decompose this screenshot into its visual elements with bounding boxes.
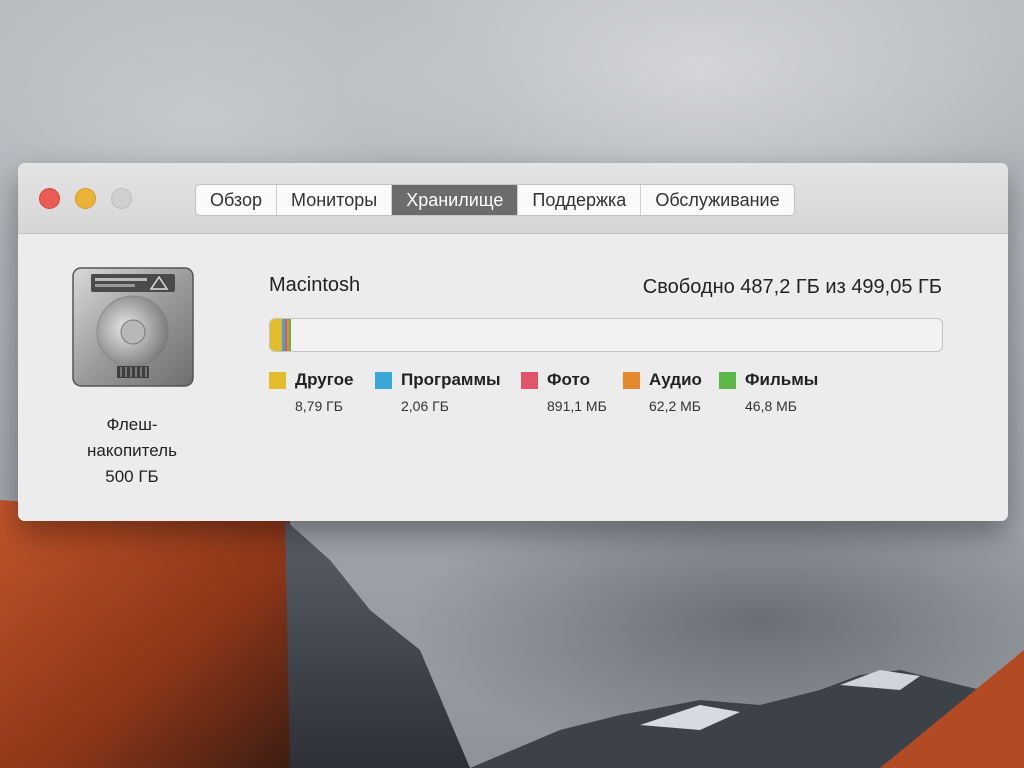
tab-support[interactable]: Поддержка	[518, 185, 642, 215]
usage-segment-4	[289, 319, 291, 351]
disk-label: Флеш- накопитель 500 ГБ	[62, 412, 202, 490]
legend-size: 62,2 МБ	[649, 398, 701, 414]
tab-storage[interactable]: Хранилище	[392, 185, 519, 215]
tab-overview[interactable]: Обзор	[196, 185, 277, 215]
tab-displays[interactable]: Мониторы	[277, 185, 393, 215]
storage-panel: Флеш- накопитель 500 ГБ Macintosh Свобод…	[18, 234, 1008, 521]
legend-swatch	[375, 372, 392, 389]
disk-label-capacity: 500 ГБ	[105, 467, 159, 486]
storage-usage-bar	[269, 318, 943, 352]
legend-size: 891,1 МБ	[547, 398, 607, 414]
disk-label-line2: накопитель	[87, 441, 177, 460]
volume-free-space: Свободно 487,2 ГБ из 499,05 ГБ	[642, 276, 942, 298]
volume-name: Macintosh	[269, 274, 361, 296]
wallpaper-mountains	[0, 500, 1024, 768]
minimize-button[interactable]	[75, 188, 96, 209]
hard-drive-icon	[72, 267, 194, 387]
tab-bar: Обзор Мониторы Хранилище Поддержка Обслу…	[195, 184, 795, 216]
storage-legend: Другое 8,79 ГБ Программы 2,06 ГБ Фото 89…	[269, 370, 969, 430]
close-button[interactable]	[39, 188, 60, 209]
legend-label: Программы	[401, 370, 501, 389]
disk-label-line1: Флеш-	[106, 415, 158, 434]
legend-swatch	[623, 372, 640, 389]
tab-service[interactable]: Обслуживание	[641, 185, 793, 215]
legend-label: Аудио	[649, 370, 702, 389]
legend-label: Другое	[295, 370, 354, 389]
legend-label: Фото	[547, 370, 590, 389]
legend-label: Фильмы	[745, 370, 819, 389]
legend-size: 46,8 МБ	[745, 398, 797, 414]
zoom-button[interactable]	[111, 188, 132, 209]
legend-size: 2,06 ГБ	[401, 398, 449, 414]
usage-segment-0	[270, 319, 282, 351]
legend-swatch	[719, 372, 736, 389]
legend-size: 8,79 ГБ	[295, 398, 343, 414]
titlebar: Обзор Мониторы Хранилище Поддержка Обслу…	[18, 163, 1008, 234]
about-this-mac-window: Обзор Мониторы Хранилище Поддержка Обслу…	[18, 163, 1008, 521]
legend-swatch	[269, 372, 286, 389]
legend-swatch	[521, 372, 538, 389]
